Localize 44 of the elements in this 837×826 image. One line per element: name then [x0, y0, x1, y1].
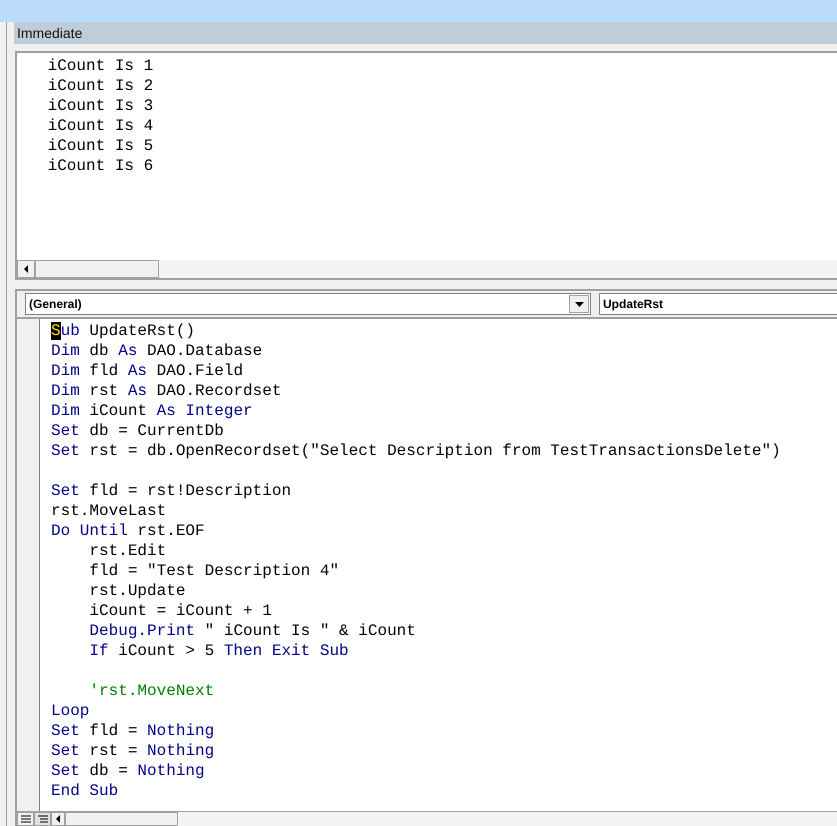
code-line: Dim db As DAO.Database [51, 341, 264, 361]
module-view-button[interactable] [34, 812, 51, 826]
code-line: rst.Update [88, 581, 186, 601]
lines-icon [36, 814, 48, 824]
scroll-left-button[interactable] [51, 812, 65, 826]
code-line: rst.Edit [88, 541, 168, 561]
left-arrow-icon [55, 815, 61, 823]
scrollbar-thumb[interactable] [65, 812, 178, 826]
text-cursor: S [51, 322, 61, 340]
output-line: iCount Is 2 [46, 76, 154, 96]
code-line: Set rst = db.OpenRecordset("Select Description from TestTransactionsDelete") [51, 441, 781, 461]
code-line: Dim iCount As Integer [51, 401, 254, 421]
procedure-view-button[interactable] [17, 812, 34, 826]
code-line: End Sub [51, 781, 120, 801]
code-line: Set fld = rst!Description [51, 481, 292, 501]
output-line: iCount Is 3 [46, 96, 154, 116]
lines-icon [20, 815, 32, 823]
code-line: Do Until rst.EOF [51, 521, 206, 541]
code-line: Dim fld As DAO.Field [51, 361, 244, 381]
output-line: iCount Is 6 [46, 156, 154, 176]
output-line: iCount Is 4 [46, 116, 154, 136]
output-line: iCount Is 5 [46, 136, 154, 156]
code-line: Set rst = Nothing [51, 741, 216, 761]
code-line: Set fld = Nothing [51, 721, 216, 741]
code-line: rst.MoveLast [51, 501, 168, 521]
code-line: 'rst.MoveNext [88, 681, 216, 701]
dropdown-button[interactable] [569, 295, 589, 313]
code-line: Set db = Nothing [51, 761, 206, 781]
code-line: Debug.Print " iCount Is " & iCount [88, 621, 417, 641]
code-line: Sub UpdateRst() [51, 321, 196, 341]
code-line: Set db = CurrentDb [51, 421, 225, 441]
scrollbar-thumb[interactable] [35, 260, 159, 278]
code-line: Dim rst As DAO.Recordset [51, 381, 282, 401]
procedure-dropdown[interactable]: UpdateRst [599, 293, 837, 315]
code-line: Loop [51, 701, 90, 721]
left-arrow-icon [23, 265, 29, 273]
caret-icon [574, 302, 584, 306]
output-line: iCount Is 1 [46, 56, 154, 76]
code-line: If iCount > 5 Then Exit Sub [88, 641, 350, 661]
pane-title: Immediate [14, 22, 837, 44]
object-dropdown[interactable]: (General) [25, 293, 591, 315]
scroll-left-button[interactable] [17, 260, 35, 278]
code-line: fld = "Test Description 4" [88, 561, 340, 581]
code-line: iCount = iCount + 1 [88, 601, 273, 621]
